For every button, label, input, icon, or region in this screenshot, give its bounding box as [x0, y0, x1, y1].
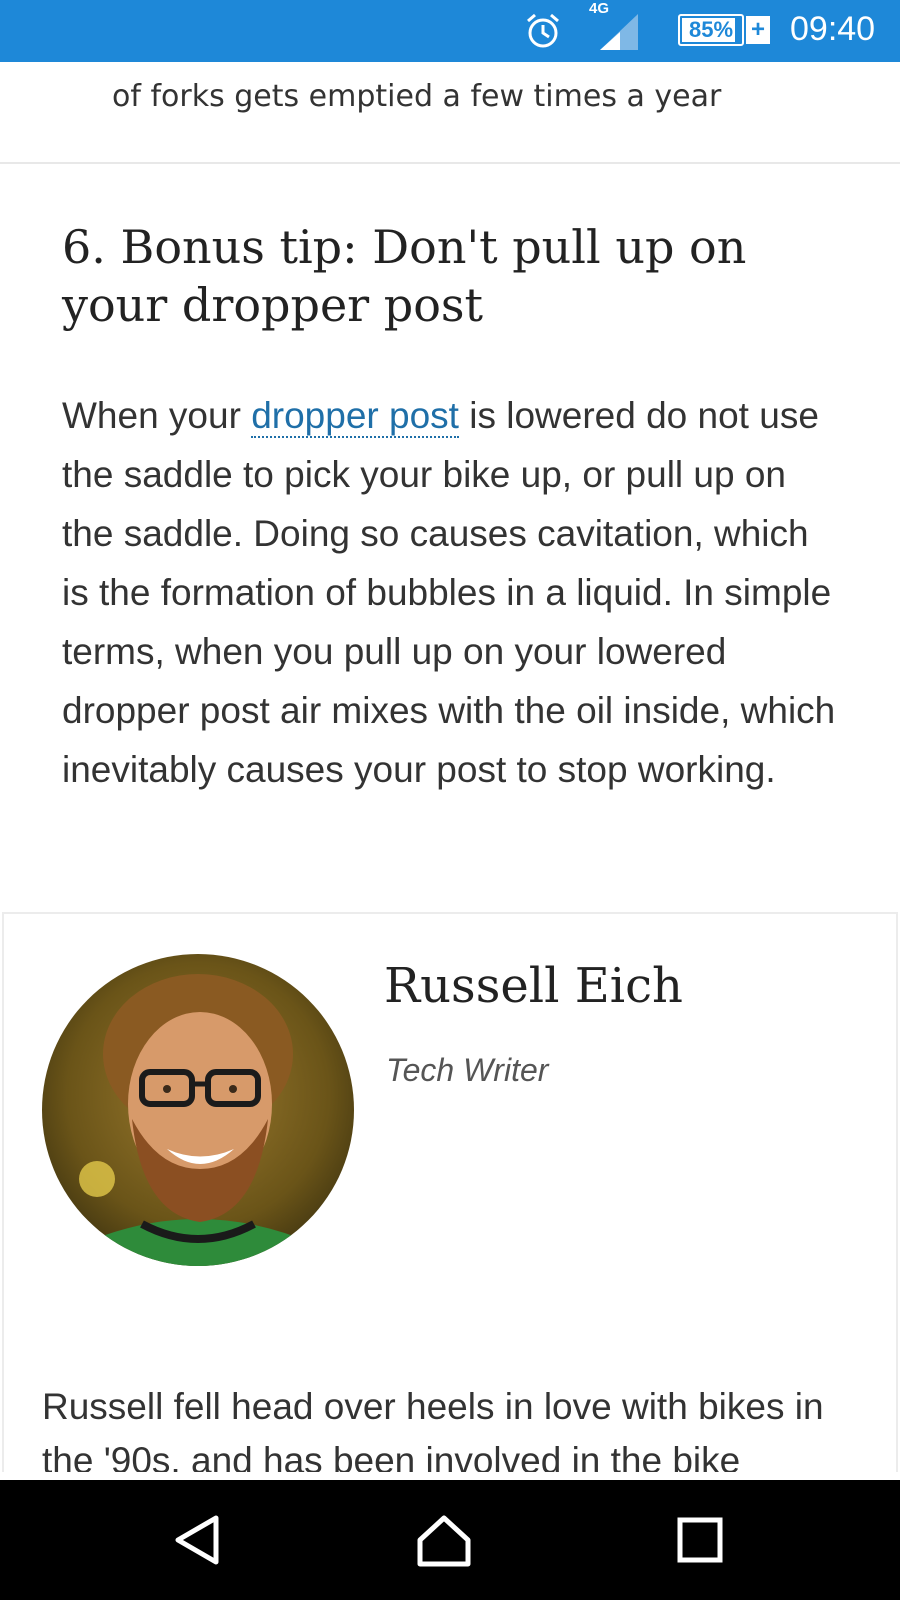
battery-icon: 85% [678, 14, 744, 46]
recents-icon[interactable] [670, 1510, 730, 1570]
author-name[interactable]: Russell Eich [384, 958, 683, 1014]
body-text-start: When your [62, 395, 252, 436]
dropper-post-link[interactable]: dropper post [251, 395, 459, 438]
previous-section-text: of forks gets emptied a few times a year [112, 79, 722, 114]
section-body: When your dropper post is lowered do not… [62, 386, 842, 799]
back-icon[interactable] [168, 1510, 228, 1570]
charging-icon: + [746, 16, 770, 44]
status-bar: 4G 85% + 09:40 [0, 0, 900, 62]
signal-icon [600, 14, 638, 50]
section-heading: 6. Bonus tip: Don't pull up on your drop… [62, 220, 747, 332]
author-bio: Russell fell head over heels in love wit… [42, 1386, 824, 1472]
author-card: Russell Eich Tech Writer Russell fell he… [2, 912, 898, 1472]
author-role: Tech Writer [386, 1052, 549, 1088]
battery-percent: 85% [688, 17, 734, 42]
body-text-end: is lowered do not use the saddle to pick… [62, 395, 836, 790]
alarm-icon [527, 13, 559, 48]
previous-section-snippet: of forks gets emptied a few times a year [0, 62, 900, 164]
navigation-bar [0, 1480, 900, 1600]
author-avatar [42, 954, 354, 1266]
home-icon[interactable] [414, 1510, 474, 1570]
clock: 09:40 [790, 10, 876, 48]
